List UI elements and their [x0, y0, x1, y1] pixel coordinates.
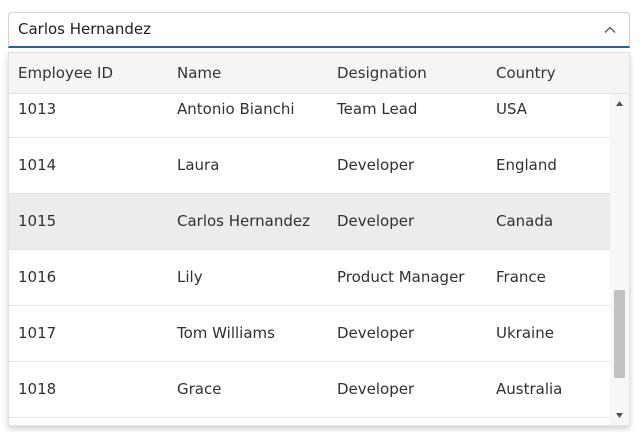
triangle-down-icon[interactable]: [610, 407, 629, 425]
cell-name: Laura: [177, 156, 220, 174]
table-row[interactable]: 1018 Grace Developer Australia: [9, 362, 610, 418]
cell-designation: Developer: [337, 156, 415, 174]
cell-designation: Product Manager: [337, 268, 465, 286]
grid-body: 1013 Antonio Bianchi Team Lead USA 1014 …: [9, 94, 610, 425]
cell-country: USA: [496, 100, 528, 118]
column-header-name[interactable]: Name: [177, 53, 221, 93]
cell-name: Tom Williams: [177, 324, 275, 342]
table-row[interactable]: 1017 Tom Williams Developer Ukraine: [9, 306, 610, 362]
table-row-selected[interactable]: 1015 Carlos Hernandez Developer Canada: [9, 194, 610, 250]
table-row[interactable]: 1014 Laura Developer England: [9, 138, 610, 194]
column-header-employee-id[interactable]: Employee ID: [18, 53, 113, 93]
chevron-up-icon[interactable]: [601, 21, 619, 39]
column-header-designation[interactable]: Designation: [337, 53, 427, 93]
cell-employee-id: 1015: [18, 212, 57, 230]
grid-header: Employee ID Name Designation Country: [9, 53, 629, 94]
cell-employee-id: 1018: [18, 380, 57, 398]
dropdown-popup: Employee ID Name Designation Country 101…: [8, 52, 630, 426]
cell-country: Ukraine: [496, 324, 554, 342]
vertical-scrollbar[interactable]: [610, 94, 629, 425]
cell-country: France: [496, 268, 546, 286]
table-row[interactable]: 1016 Lily Product Manager France: [9, 250, 610, 306]
cell-name: Grace: [177, 380, 222, 398]
scrollbar-thumb[interactable]: [614, 290, 625, 378]
triangle-up-icon[interactable]: [610, 94, 629, 112]
cell-name: Lily: [177, 268, 203, 286]
cell-employee-id: 1016: [18, 268, 57, 286]
cell-country: Australia: [496, 380, 563, 398]
employee-combobox[interactable]: [8, 12, 630, 48]
cell-employee-id: 1014: [18, 156, 57, 174]
cell-country: Canada: [496, 212, 554, 230]
cell-designation: Developer: [337, 212, 415, 230]
combobox-input[interactable]: [9, 13, 598, 46]
cell-designation: Developer: [337, 324, 415, 342]
table-row[interactable]: 1013 Antonio Bianchi Team Lead USA: [9, 94, 610, 138]
cell-employee-id: 1017: [18, 324, 57, 342]
cell-country: England: [496, 156, 557, 174]
cell-employee-id: 1013: [18, 100, 57, 118]
cell-name: Carlos Hernandez: [177, 212, 311, 230]
cell-designation: Team Lead: [337, 100, 418, 118]
cell-designation: Developer: [337, 380, 415, 398]
column-header-country[interactable]: Country: [496, 53, 556, 93]
cell-name: Antonio Bianchi: [177, 100, 295, 118]
